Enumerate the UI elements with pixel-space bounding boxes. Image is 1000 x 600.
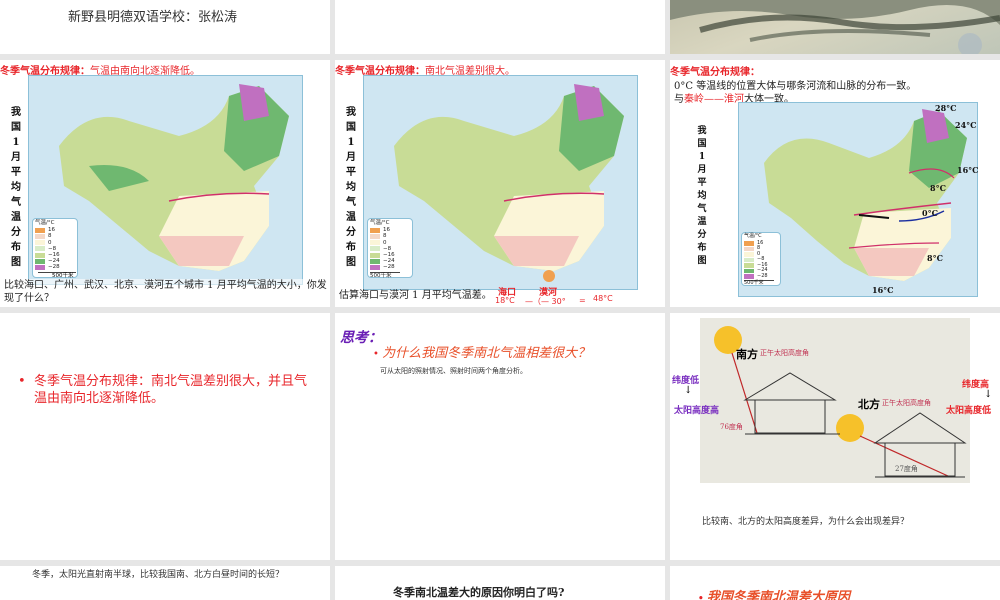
slide-thumbnail-6[interactable]: 冬季气温分布规律： 0°C 等温线的位置大体与哪条河流和山脉的分布一致。 与秦岭… (670, 60, 1000, 307)
slide-thumbnail-10[interactable]: 冬季，太阳光直射南半球，比较我国南、北方白昼时间的长短？ (0, 566, 330, 600)
slide-thumbnail-3[interactable] (670, 0, 1000, 54)
question-text: 估算海口与漠河 1 月平均气温差。 (339, 290, 492, 301)
isotherm-label: 28°C (935, 103, 957, 113)
qinling-huaihe: 秦岭——淮河 (684, 94, 744, 105)
haikou-temp: 18°C (495, 296, 515, 305)
heading-label: 冬季气温分布规律： (670, 67, 760, 78)
isotherm-label: 8°C (930, 183, 946, 193)
map-title: 我国1月平均气温分布图 (11, 107, 21, 268)
slide-thumbnail-2[interactable] (335, 0, 665, 54)
legend-title: 气温/°C (744, 233, 762, 239)
minus-mohe-temp: —（— 30° (525, 297, 566, 306)
left-sun-high: 太阳高度高 (674, 406, 720, 416)
isotherm-label: 0°C (922, 208, 938, 218)
legend-title: 气温/°C (35, 220, 55, 226)
bullet-text: • 冬季气温分布规律：南北气温差别很大，并且气温由南向北逐渐降低。 (18, 374, 308, 406)
isotherm-label: 24°C (955, 120, 977, 130)
slide-thumbnail-12[interactable]: • 我国冬季南北温差大原因 (670, 566, 1000, 600)
map-title: 我国1月平均气温分布图 (346, 107, 356, 268)
north-angle-label: 27度角 (895, 465, 918, 473)
landscape-painting-image (670, 0, 1000, 54)
question-text: 冬季，太阳光直射南半球，比较我国南、北方白昼时间的长短？ (32, 570, 285, 580)
author-text: 新野县明德双语学校：张松涛 (68, 10, 238, 25)
isotherm-label: 8°C (927, 253, 943, 263)
sun-altitude-diagram: 南方 正午太阳高度角 北方 正午太阳高度角 76度角 27度角 (700, 318, 970, 483)
north-label: 北方 (858, 398, 880, 411)
south-noon-angle-label: 正午太阳高度角 (760, 349, 809, 357)
isotherm-label: 16°C (957, 165, 979, 175)
hint-text: 可从太阳的照射情况、照射时间两个角度分析。 (380, 367, 527, 375)
scale-bar: 500千米 (38, 272, 76, 279)
down-arrow-icon: ↓ (684, 385, 693, 396)
equals-sign: = (579, 296, 586, 305)
question-text: 比较南、北方的太阳高度差异，为什么会出现差异？ (702, 517, 910, 527)
legend-value: −28 (383, 264, 395, 271)
map-legend: 气温/°C 16 8 0 −8 −16 −24 −28 500千米 (367, 218, 413, 279)
answer-prefix: 与 (674, 94, 684, 105)
legend-value: −28 (48, 264, 60, 271)
bullet-text: 我国冬季南北温差大原因 (706, 590, 850, 600)
scale-bar: 500千米 (370, 271, 400, 279)
legend-value: −28 (757, 272, 768, 279)
map-legend: 气温/°C 16 8 0 −8 −16 −24 −28 (32, 218, 78, 278)
legend-title: 气温/°C (370, 220, 390, 226)
right-sun-low: 太阳高度低 (946, 406, 992, 416)
temperature-difference: 48°C (593, 294, 613, 303)
think-question: 为什么我国冬季南北气温相差很大？ (382, 346, 591, 361)
question-text: 冬季南北温差大的原因你明白了吗? (393, 586, 565, 599)
question-text: 比较海口、广州、武汉、北京、漠河五个城市 1 月平均气温的大小，你发现了什么？ (4, 279, 329, 305)
map-title: 我国1月平均气温分布图 (697, 126, 707, 266)
slide-thumbnail-8[interactable]: 思考： • 为什么我国冬季南北气温相差很大？ 可从太阳的照射情况、照射时间两个角… (335, 313, 665, 560)
slide-thumbnail-7[interactable]: • 冬季气温分布规律：南北气温差别很大，并且气温由南向北逐渐降低。 (0, 313, 330, 560)
down-arrow-icon: ↓ (984, 389, 993, 400)
south-angle-label: 76度角 (720, 423, 743, 431)
slide-thumbnail-4[interactable]: 冬季气温分布规律：气温由南向北逐渐降低。 气温/°C 16 8 0 −8 −16… (0, 60, 330, 307)
slide-thumbnail-1[interactable]: 新野县明德双语学校：张松涛 (0, 0, 330, 54)
slide-thumbnail-9[interactable]: 南方 正午太阳高度角 北方 正午太阳高度角 76度角 27度角 纬度低 ↓ 太阳… (670, 313, 1000, 560)
south-label: 南方 (736, 348, 758, 361)
isotherm-label: 16°C (872, 285, 894, 295)
slide-thumbnail-5[interactable]: 冬季气温分布规律：南北气温差别很大。 气温/°C 16 8 0 −8 −16 −… (335, 60, 665, 307)
scale-bar: 500千米 (744, 280, 774, 287)
slide-thumbnail-11[interactable]: 冬季南北温差大的原因你明白了吗? (335, 566, 665, 600)
north-noon-angle-label: 正午太阳高度角 (882, 399, 931, 407)
map-legend: 气温/°C 16 8 0 −8 −16 −24 −28 500千米 (741, 232, 781, 286)
